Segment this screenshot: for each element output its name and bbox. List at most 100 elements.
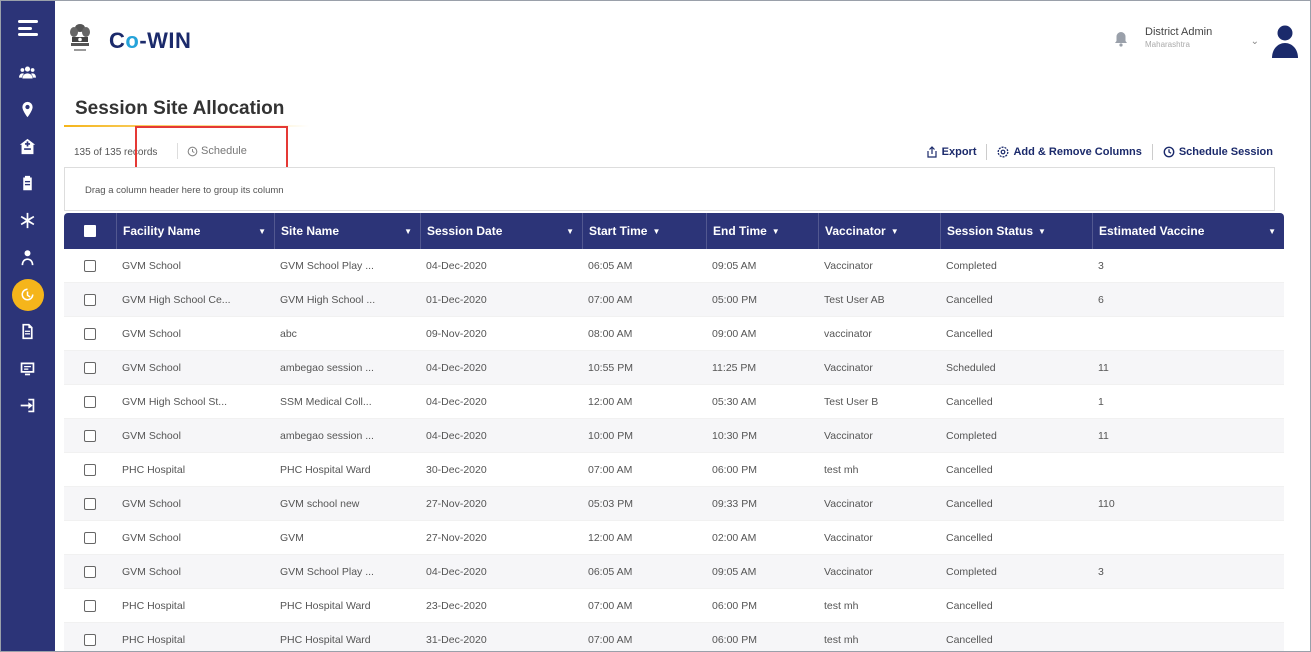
table-cell: Completed	[946, 429, 997, 442]
table-cell: GVM School	[122, 531, 181, 544]
sidebar-item-logout[interactable]	[0, 387, 55, 424]
group-by-panel[interactable]: Drag a column header here to group its c…	[64, 167, 1275, 211]
app-logo[interactable]: Co-WIN	[109, 28, 191, 54]
table-cell: 04-Dec-2020	[426, 429, 487, 442]
table-row[interactable]: GVM School ambegao session ... 04-Dec-2020…	[64, 351, 1284, 385]
row-checkbox[interactable]	[84, 497, 96, 510]
column-header-site-name[interactable]: Site Name ▼	[274, 213, 420, 249]
table-cell	[1092, 521, 1284, 555]
row-checkbox-cell	[64, 453, 116, 487]
row-checkbox[interactable]	[84, 395, 96, 408]
sidebar-item-documents[interactable]	[0, 313, 55, 350]
table-cell: GVM School Play ...	[280, 565, 374, 578]
table-row[interactable]: GVM School GVM school new 27-Nov-2020 05:03…	[64, 487, 1284, 521]
export-button[interactable]: Export	[926, 146, 976, 158]
add-remove-columns-button[interactable]: Add & Remove Columns	[997, 146, 1142, 158]
caret-down-icon[interactable]: ▼	[566, 227, 574, 236]
column-header-end-time[interactable]: End Time ▼	[706, 213, 818, 249]
title-underline	[64, 125, 309, 127]
user-menu[interactable]: District Admin Maharashtra	[1145, 26, 1243, 49]
caret-down-icon[interactable]: ▼	[772, 227, 780, 236]
table-cell: 06:00 PM	[712, 463, 757, 476]
divider	[1151, 144, 1153, 160]
sidebar-item-vaccinators[interactable]	[0, 239, 55, 276]
sidebar-item-facilities[interactable]	[0, 128, 55, 165]
caret-down-icon[interactable]: ▼	[891, 227, 899, 236]
table-cell: 3	[1098, 259, 1104, 272]
sidebar-item-vaccines[interactable]	[0, 202, 55, 239]
sidebar-item-locations[interactable]	[0, 91, 55, 128]
row-checkbox[interactable]	[84, 633, 96, 646]
row-checkbox[interactable]	[84, 259, 96, 272]
sidebar-item-inventory[interactable]	[0, 165, 55, 202]
table-row[interactable]: GVM High School Ce... GVM High School ...…	[64, 283, 1284, 317]
gear-icon	[998, 146, 1009, 158]
row-checkbox-cell	[64, 487, 116, 521]
session-icon	[21, 288, 34, 301]
divider	[177, 143, 178, 159]
table-row[interactable]: PHC Hospital PHC Hospital Ward 30-Dec-2020…	[64, 453, 1284, 487]
row-checkbox[interactable]	[84, 327, 96, 340]
table-cell: GVM High School Ce...	[122, 293, 231, 306]
row-checkbox[interactable]	[84, 531, 96, 544]
column-header-session-status[interactable]: Session Status ▼	[940, 213, 1092, 249]
caret-down-icon[interactable]: ▼	[652, 227, 660, 236]
menu-icon[interactable]	[17, 20, 38, 36]
sidebar-item-reports[interactable]	[0, 350, 55, 387]
table-cell: 05:03 PM	[588, 497, 633, 510]
table-row[interactable]: GVM School GVM 27-Nov-2020 12:00 AM 02:00 AM…	[64, 521, 1284, 555]
row-checkbox-cell	[64, 419, 116, 453]
caret-down-icon[interactable]: ▼	[258, 227, 266, 236]
table-cell: Vaccinator	[824, 497, 873, 510]
table-row[interactable]: PHC Hospital PHC Hospital Ward 23-Dec-2020…	[64, 589, 1284, 623]
bell-icon[interactable]	[1114, 31, 1128, 47]
table-cell: 09:33 PM	[712, 497, 757, 510]
caret-down-icon[interactable]: ▼	[1268, 227, 1276, 236]
table-cell: Vaccinator	[824, 259, 873, 272]
table-cell: 04-Dec-2020	[426, 361, 487, 374]
document-icon	[22, 323, 33, 340]
chevron-down-icon[interactable]: ⌄	[1251, 36, 1259, 47]
table-cell: Vaccinator	[824, 565, 873, 578]
table-cell: 09:05 AM	[712, 259, 757, 272]
table-cell	[1092, 453, 1284, 487]
table-row[interactable]: GVM High School St... SSM Medical Coll...…	[64, 385, 1284, 419]
column-header-estimated-vaccine[interactable]: Estimated Vaccine ▼	[1092, 213, 1284, 249]
column-header-vaccinator[interactable]: Vaccinator ▼	[818, 213, 940, 249]
table-row[interactable]: GVM School abc 09-Nov-2020 08:00 AM 09:00 AM…	[64, 317, 1284, 351]
table-cell: abc	[280, 327, 297, 340]
table-row[interactable]: PHC Hospital PHC Hospital Ward 31-Dec-2020…	[64, 623, 1284, 652]
table-row[interactable]: GVM School GVM School Play ... 04-Dec-2020…	[64, 249, 1284, 283]
column-header-session-date[interactable]: Session Date ▼	[420, 213, 582, 249]
row-checkbox[interactable]	[84, 463, 96, 476]
row-checkbox-cell	[64, 351, 116, 385]
row-checkbox[interactable]	[84, 293, 96, 306]
column-header-start-time[interactable]: Start Time ▼	[582, 213, 706, 249]
row-checkbox[interactable]	[84, 429, 96, 442]
table-cell: 11	[1098, 429, 1109, 442]
row-checkbox[interactable]	[84, 599, 96, 612]
avatar[interactable]	[1270, 23, 1300, 59]
row-checkbox[interactable]	[84, 361, 96, 374]
column-header-facility-name[interactable]: Facility Name ▼	[116, 213, 274, 249]
table-cell: GVM School	[122, 497, 181, 510]
caret-down-icon[interactable]: ▼	[1038, 227, 1046, 236]
table-cell: Cancelled	[946, 293, 993, 306]
schedule-session-button[interactable]: Schedule Session	[1163, 146, 1273, 158]
table-row[interactable]: GVM School GVM School Play ... 04-Dec-2020…	[64, 555, 1284, 589]
clipboard-icon	[23, 175, 32, 191]
sidebar-item-beneficiaries[interactable]	[0, 54, 55, 91]
table-cell: 12:00 AM	[588, 395, 633, 408]
table-cell: 06:00 PM	[712, 599, 757, 612]
caret-down-icon[interactable]: ▼	[404, 227, 412, 236]
sidebar-item-sessions[interactable]	[0, 276, 55, 313]
table-cell: Test User AB	[824, 293, 885, 306]
table-row[interactable]: GVM School ambegao session ... 04-Dec-2020…	[64, 419, 1284, 453]
table-cell: Vaccinator	[824, 531, 873, 544]
row-checkbox[interactable]	[84, 565, 96, 578]
select-all-checkbox[interactable]	[84, 225, 96, 237]
table-cell: SSM Medical Coll...	[280, 395, 372, 408]
schedule-button[interactable]: Schedule	[187, 145, 247, 157]
table-cell: Cancelled	[946, 395, 993, 408]
table-cell: 6	[1098, 293, 1104, 306]
